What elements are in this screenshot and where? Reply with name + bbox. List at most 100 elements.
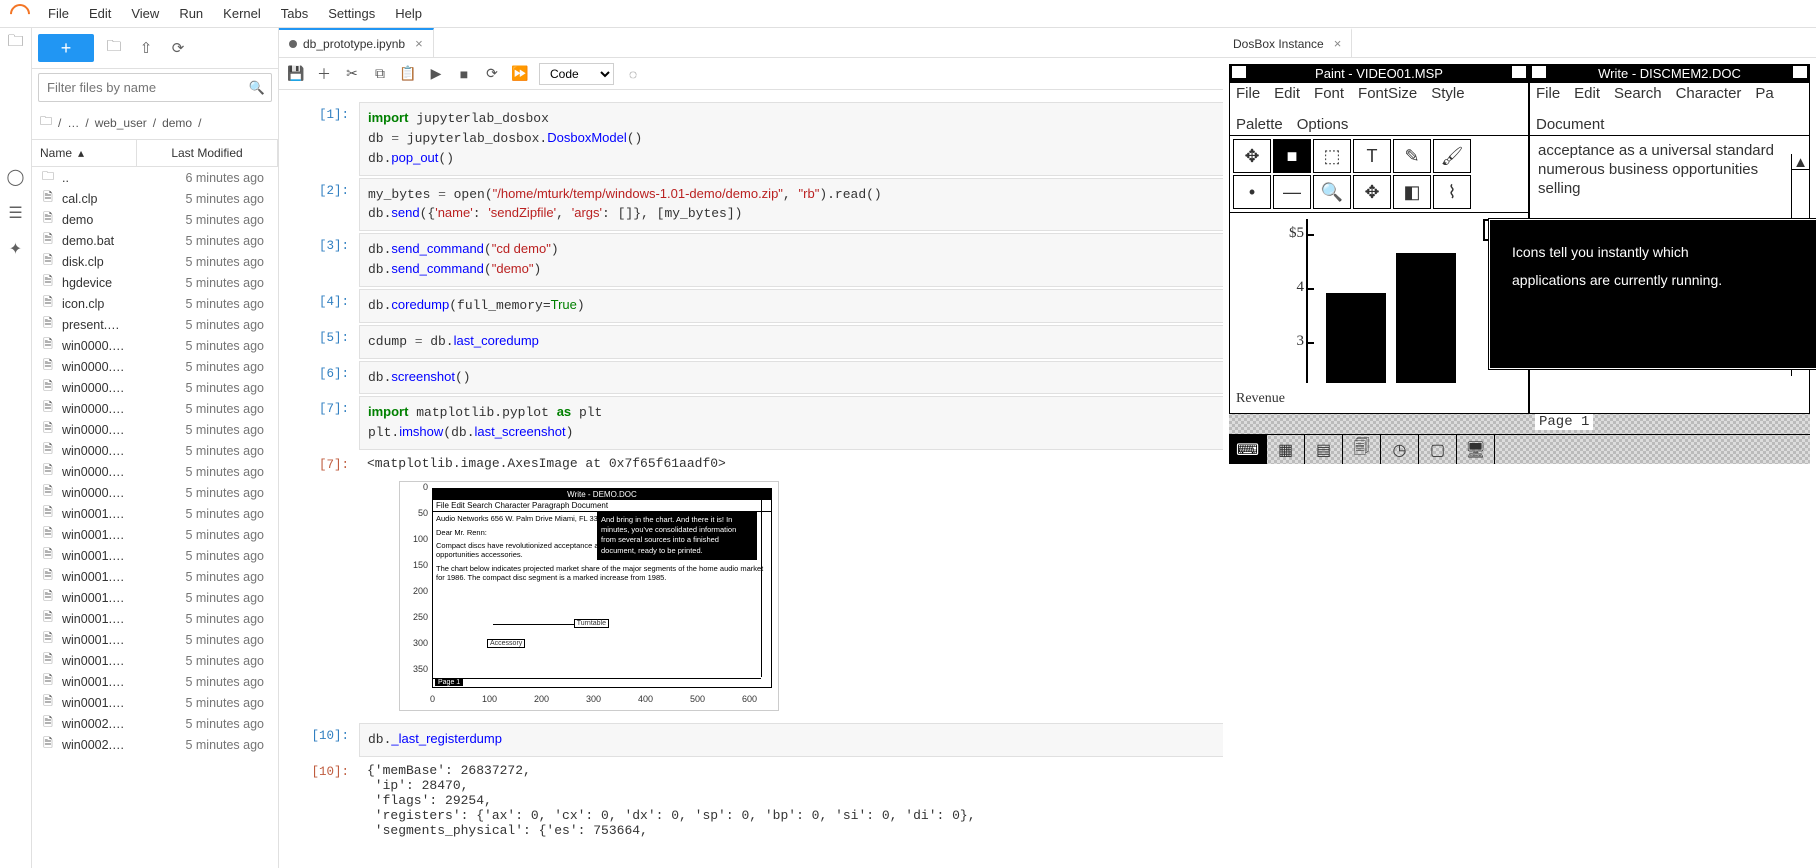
restart-icon[interactable]: ⟳ — [483, 65, 501, 82]
file-row[interactable]: 🗎win0000.…5 minutes ago — [32, 482, 278, 503]
taskbar[interactable]: ⌨▦▤🗐◷▢🖥 — [1229, 434, 1810, 464]
menu-run[interactable]: Run — [169, 2, 213, 25]
file-row[interactable]: 🗎win0000.…5 minutes ago — [32, 356, 278, 377]
tab-dosbox[interactable]: DosBox Instance × — [1223, 28, 1352, 57]
menu-palette[interactable]: Palette — [1236, 116, 1283, 133]
file-row[interactable]: 🗎win0000.…5 minutes ago — [32, 398, 278, 419]
menu-settings[interactable]: Settings — [318, 2, 385, 25]
close-tab-icon[interactable]: × — [1334, 36, 1342, 51]
move-icon[interactable]: ✥ — [1233, 139, 1271, 173]
file-filter[interactable]: 🔍 — [38, 73, 272, 102]
file-row[interactable]: 🗎win0002.…5 minutes ago — [32, 713, 278, 734]
file-row[interactable]: 🗎win0000.…5 minutes ago — [32, 461, 278, 482]
file-row[interactable]: 🗎win0001.…5 minutes ago — [32, 545, 278, 566]
file-row[interactable]: 🗎win0001.…5 minutes ago — [32, 671, 278, 692]
menu-file[interactable]: File — [1236, 85, 1260, 102]
paint-window[interactable]: Paint - VIDEO01.MSP FileEditFontFontSize… — [1229, 64, 1529, 414]
file-row[interactable]: 🗎win0000.…5 minutes ago — [32, 377, 278, 398]
zoom-icon[interactable]: 🔍 — [1313, 175, 1351, 209]
dosbox-screen[interactable]: Paint - VIDEO01.MSP FileEditFontFontSize… — [1229, 64, 1810, 464]
file-row[interactable]: 🗎win0001.…5 minutes ago — [32, 650, 278, 671]
file-row[interactable]: 🗎win0002.…5 minutes ago — [32, 734, 278, 755]
refresh-icon[interactable]: ⟳ — [166, 39, 190, 57]
eraser-icon[interactable]: ◧ — [1393, 175, 1431, 209]
menu-file[interactable]: File — [1536, 85, 1560, 102]
folder-icon[interactable]: 🗀 — [7, 34, 25, 52]
col-name[interactable]: Name▴ — [32, 140, 137, 166]
pencil-icon[interactable]: ✎ — [1393, 139, 1431, 173]
menu-fontsize[interactable]: FontSize — [1358, 85, 1417, 102]
file-row[interactable]: 🗎win0000.…5 minutes ago — [32, 440, 278, 461]
menu-pa[interactable]: Pa — [1755, 85, 1773, 102]
taskbar-icon[interactable]: ◷ — [1381, 435, 1419, 464]
line-icon[interactable]: ― — [1273, 175, 1311, 209]
col-modified[interactable]: Last Modified — [137, 140, 278, 166]
file-row[interactable]: 🗎disk.clp5 minutes ago — [32, 251, 278, 272]
fill-icon[interactable]: ■ — [1273, 139, 1311, 173]
taskbar-icon[interactable]: 🗐 — [1343, 435, 1381, 464]
menu-file[interactable]: File — [38, 2, 79, 25]
stop-icon[interactable]: ■ — [455, 66, 473, 82]
taskbar-icon[interactable]: ▦ — [1267, 435, 1305, 464]
new-folder-icon[interactable]: 🗀 — [102, 36, 126, 61]
file-row[interactable]: 🗎icon.clp5 minutes ago — [32, 293, 278, 314]
menu-tabs[interactable]: Tabs — [271, 2, 318, 25]
file-row[interactable]: 🗎win0001.…5 minutes ago — [32, 524, 278, 545]
run-all-icon[interactable]: ⏩ — [511, 65, 529, 82]
celltype-select[interactable]: Code — [539, 63, 614, 85]
file-row[interactable]: 🗎win0001.…5 minutes ago — [32, 503, 278, 524]
file-row[interactable]: 🗎cal.clp5 minutes ago — [32, 188, 278, 209]
file-row[interactable]: 🗎win0001.…5 minutes ago — [32, 608, 278, 629]
menu-style[interactable]: Style — [1431, 85, 1464, 102]
add-cell-icon[interactable]: ＋ — [315, 64, 333, 84]
taskbar-icon[interactable]: 🖥 — [1457, 435, 1495, 464]
menu-view[interactable]: View — [121, 2, 169, 25]
file-row[interactable]: 🗎win0001.…5 minutes ago — [32, 566, 278, 587]
menu-options[interactable]: Options — [1297, 116, 1349, 133]
file-list[interactable]: 🗀 .. 6 minutes ago 🗎cal.clp5 minutes ago… — [32, 167, 278, 868]
menu-character[interactable]: Character — [1676, 85, 1742, 102]
tab-notebook[interactable]: db_prototype.ipynb × — [279, 28, 434, 57]
run-icon[interactable]: ▶ — [427, 65, 445, 82]
spray-icon[interactable]: ⌇ — [1433, 175, 1471, 209]
copy-icon[interactable]: ⧉ — [371, 65, 389, 82]
menu-font[interactable]: Font — [1314, 85, 1344, 102]
menu-help[interactable]: Help — [385, 2, 432, 25]
file-row[interactable]: 🗎win0001.…5 minutes ago — [32, 692, 278, 713]
menu-document[interactable]: Document — [1536, 116, 1604, 133]
menu-edit[interactable]: Edit — [1274, 85, 1300, 102]
menu-search[interactable]: Search — [1614, 85, 1662, 102]
file-row[interactable]: 🗎demo5 minutes ago — [32, 209, 278, 230]
file-filter-input[interactable] — [45, 76, 249, 99]
file-row[interactable]: 🗎win0000.…5 minutes ago — [32, 419, 278, 440]
new-launcher-button[interactable]: + — [38, 34, 94, 62]
file-row[interactable]: 🗎present.…5 minutes ago — [32, 314, 278, 335]
menu-edit[interactable]: Edit — [1574, 85, 1600, 102]
dot-icon[interactable]: • — [1233, 175, 1271, 209]
close-tab-icon[interactable]: × — [415, 36, 423, 51]
hand-icon[interactable]: ✥ — [1353, 175, 1391, 209]
toc-icon[interactable]: ☰ — [7, 204, 25, 222]
taskbar-icon[interactable]: ▢ — [1419, 435, 1457, 464]
file-row[interactable]: 🗎win0000.…5 minutes ago — [32, 335, 278, 356]
menu-kernel[interactable]: Kernel — [213, 2, 271, 25]
upload-icon[interactable]: ⇧ — [134, 39, 158, 57]
file-row[interactable]: 🗎win0001.…5 minutes ago — [32, 587, 278, 608]
paste-icon[interactable]: 📋 — [399, 65, 417, 82]
extensions-icon[interactable]: ✦ — [7, 240, 25, 258]
breadcrumb[interactable]: 🗀 /… /web_user /demo/ — [32, 106, 278, 140]
brush-icon[interactable]: 🖌 — [1433, 139, 1471, 173]
file-row[interactable]: 🗎demo.bat5 minutes ago — [32, 230, 278, 251]
taskbar-icon[interactable]: ▤ — [1305, 435, 1343, 464]
text-icon[interactable]: T — [1353, 139, 1391, 173]
paint-menu[interactable]: File Edit Font FontSize Style Palette Options — [1230, 83, 1528, 136]
running-icon[interactable]: ◯ — [7, 168, 25, 186]
select-icon[interactable]: ⬚ — [1313, 139, 1351, 173]
write-menu[interactable]: File Edit Search Character Pa Document — [1530, 83, 1809, 136]
file-row[interactable]: 🗎hgdevice5 minutes ago — [32, 272, 278, 293]
taskbar-icon[interactable]: ⌨ — [1229, 435, 1267, 464]
menu-edit[interactable]: Edit — [79, 2, 121, 25]
paint-tools[interactable]: ✥ ■ ⬚ T ✎ 🖌 • ― 🔍 ✥ ◧ ⌇ — [1230, 136, 1528, 213]
parent-dir[interactable]: 🗀 .. 6 minutes ago — [32, 167, 278, 188]
save-icon[interactable]: 💾 — [287, 65, 305, 82]
